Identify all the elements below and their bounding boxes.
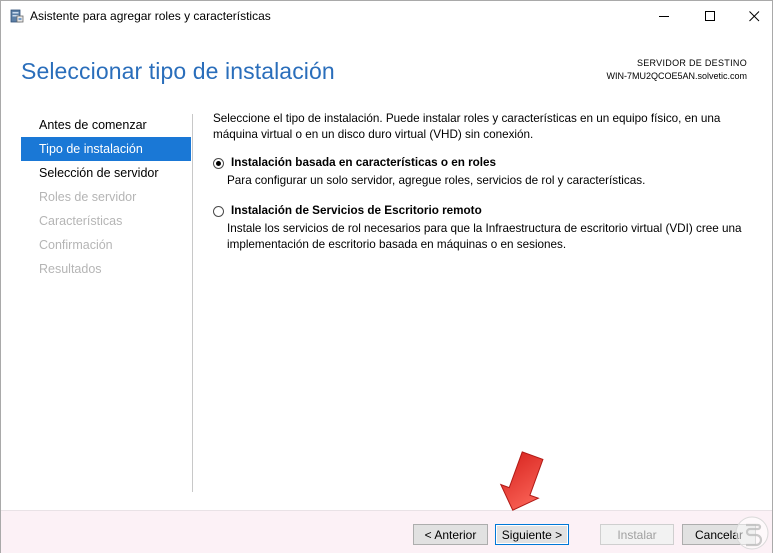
back-button[interactable]: < Anterior <box>413 524 488 545</box>
page-title: Seleccionar tipo de instalación <box>21 58 335 84</box>
intro-text: Seleccione el tipo de instalación. Puede… <box>213 112 721 141</box>
main-content: Seleccione el tipo de instalación. Puede… <box>213 111 753 251</box>
sidebar-item-seleccion-de-servidor[interactable]: Selección de servidor <box>21 161 191 185</box>
sidebar-item-confirmacion: Confirmación <box>39 238 113 252</box>
sidebar-item-caracteristicas: Características <box>39 214 123 228</box>
destination-server-name: WIN-7MU2QCOE5AN.solvetic.com <box>606 71 747 81</box>
sidebar-item-roles-de-servidor: Roles de servidor <box>39 190 137 204</box>
maximize-button[interactable] <box>687 1 733 32</box>
radio-role-based[interactable] <box>213 158 224 169</box>
close-button[interactable] <box>731 1 773 32</box>
radio-selected-dot <box>216 161 221 166</box>
option-remote-desktop[interactable]: Instalación de Servicios de Escritorio r… <box>213 203 753 258</box>
title-bar: Asistente para agregar roles y caracterí… <box>1 1 772 32</box>
close-icon <box>748 11 760 22</box>
wizard-window: Asistente para agregar roles y caracterí… <box>0 0 773 553</box>
minimize-icon <box>658 11 670 22</box>
maximize-icon <box>704 11 716 22</box>
sidebar-item-resultados: Resultados <box>39 262 102 276</box>
sidebar-item-antes-de-comenzar[interactable]: Antes de comenzar <box>21 113 191 137</box>
radio-remote-desktop[interactable] <box>213 206 224 217</box>
red-arrow-icon <box>493 448 553 519</box>
option-remote-desktop-title: Instalación de Servicios de Escritorio r… <box>231 204 482 217</box>
option-role-based[interactable]: Instalación basada en características o … <box>213 155 753 195</box>
sidebar-item-tipo-de-instalacion[interactable]: Tipo de instalación <box>21 137 191 161</box>
minimize-button[interactable] <box>641 1 687 32</box>
option-remote-desktop-description: Instale los servicios de rol necesarios … <box>227 222 742 251</box>
window-title: Asistente para agregar roles y caracterí… <box>30 9 271 23</box>
option-role-based-description: Para configurar un solo servidor, agregu… <box>227 174 646 187</box>
server-manager-icon <box>10 9 24 23</box>
destination-server-label: SERVIDOR DE DESTINO <box>636 58 747 68</box>
wizard-steps-nav: Antes de comenzar Tipo de instalación Se… <box>21 113 191 281</box>
next-button[interactable]: Siguiente > <box>495 524 569 545</box>
option-role-based-title: Instalación basada en características o … <box>231 156 497 169</box>
install-button: Instalar <box>600 524 674 545</box>
sidebar-divider <box>192 114 193 492</box>
watermark-logo-icon <box>728 511 772 551</box>
wizard-footer: < Anterior Siguiente > Instalar Cancelar <box>1 510 772 553</box>
